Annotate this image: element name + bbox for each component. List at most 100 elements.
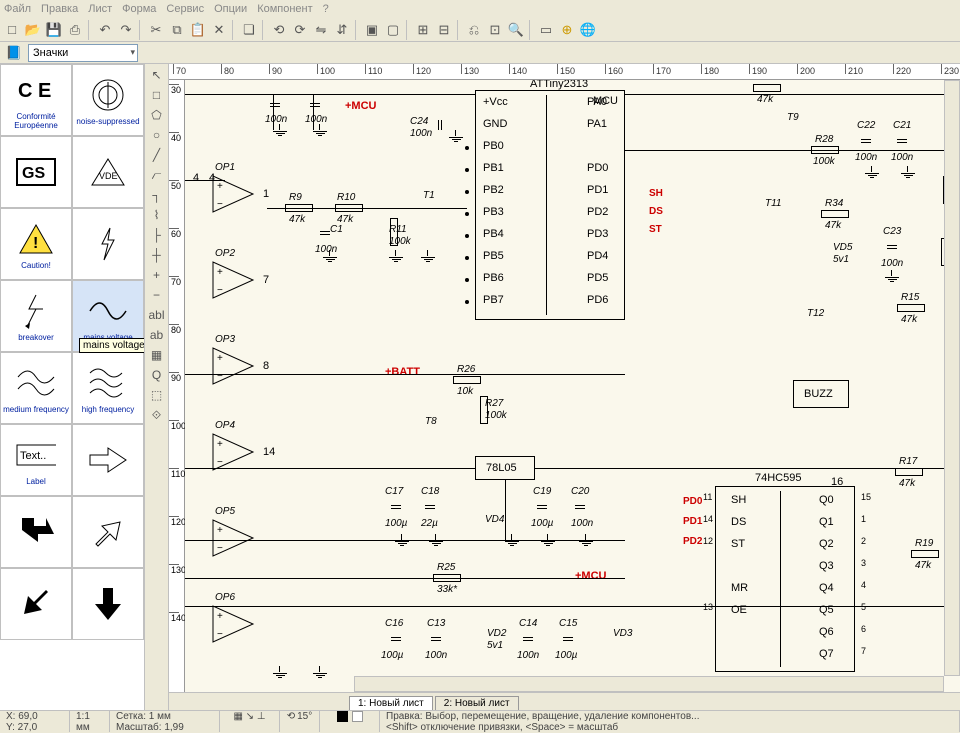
menu-sheet[interactable]: Лист (88, 3, 112, 15)
palette-item-0[interactable]: C EConformité Européenne (0, 64, 72, 136)
menu-component[interactable]: Компонент (257, 3, 312, 15)
scrollbar-vertical[interactable] (944, 80, 960, 676)
tool-3[interactable]: ○ (147, 126, 167, 144)
palette-item-14[interactable] (0, 568, 72, 640)
sheet-tab-1[interactable]: 1: Новый лист (349, 696, 433, 710)
status-grid: Сетка: 1 ммМасштаб: 1,99 (110, 711, 220, 732)
palette-label: breakover (18, 333, 54, 342)
redo-icon[interactable]: ↷ (116, 20, 136, 40)
print-icon[interactable]: ⎙ (65, 20, 85, 40)
palette-item-1[interactable]: noise-suppressed (72, 64, 144, 136)
palette-item-9[interactable]: high frequency (72, 352, 144, 424)
menu-help[interactable]: ? (323, 3, 329, 15)
drawing-tooltray: ↖ □ ⬠ ○ ╱ ⦧ ┐ ⌇ ├ ┼ + − abl ab ▦ Q ⬚ ⟐ (145, 64, 169, 710)
menu-form[interactable]: Форма (122, 3, 156, 15)
link-icon[interactable]: ⎌ (464, 20, 484, 40)
palette-item-13[interactable] (72, 496, 144, 568)
library-bar: 📘 Значки (0, 42, 960, 64)
menu-edit[interactable]: Правка (41, 3, 78, 15)
palette-label: Conformité Européenne (1, 112, 71, 130)
menu-service[interactable]: Сервис (166, 3, 204, 15)
svg-text:+: + (217, 611, 223, 622)
tool-16[interactable]: ⬚ (147, 386, 167, 404)
snap-icon[interactable]: ⊡ (485, 20, 505, 40)
tool-1[interactable]: □ (147, 86, 167, 104)
tool-2[interactable]: ⬠ (147, 106, 167, 124)
palette-item-11[interactable] (72, 424, 144, 496)
tool-15[interactable]: Q (147, 366, 167, 384)
palette-item-12[interactable] (0, 496, 72, 568)
status-snap-icons[interactable]: ▦ ↘ ⊥ (220, 711, 280, 732)
zoom-icon[interactable]: ⊕ (557, 20, 577, 40)
rotate-r-icon[interactable]: ⟳ (290, 20, 310, 40)
duplicate-icon[interactable]: ❏ (239, 20, 259, 40)
palette-label: medium frequency (3, 405, 69, 414)
tool-14[interactable]: ▦ (147, 346, 167, 364)
tool-6[interactable]: ┐ (147, 186, 167, 204)
tool-8[interactable]: ├ (147, 226, 167, 244)
svg-text:−: − (217, 371, 223, 382)
open-icon[interactable]: 📂 (23, 20, 43, 40)
sine-icon (88, 291, 128, 331)
palette-label: noise-suppressed (76, 117, 139, 126)
tool-11[interactable]: − (147, 286, 167, 304)
buzzer: BUZZ (793, 380, 849, 408)
palette-item-3[interactable]: VDE (72, 136, 144, 208)
menu-options[interactable]: Опции (214, 3, 247, 15)
library-combo[interactable]: Значки (28, 44, 138, 62)
rect-icon[interactable]: ▭ (536, 20, 556, 40)
tool-7[interactable]: ⌇ (147, 206, 167, 224)
palette-item-2[interactable]: GS (0, 136, 72, 208)
tool-13[interactable]: ab (147, 326, 167, 344)
copy-icon[interactable]: ⧉ (167, 20, 187, 40)
symbol-palette[interactable]: C EConformité Européenne noise-suppressed… (0, 64, 145, 710)
palette-item-10[interactable]: Text..Label (0, 424, 72, 496)
paste-icon[interactable]: 📋 (188, 20, 208, 40)
find-icon[interactable]: 🔍 (506, 20, 526, 40)
caution-icon: ! (16, 219, 56, 259)
menu-file[interactable]: Файл (4, 3, 31, 15)
rotate-l-icon[interactable]: ⟲ (269, 20, 289, 40)
ungroup-icon[interactable]: ⊟ (434, 20, 454, 40)
flip-h-icon[interactable]: ⇋ (311, 20, 331, 40)
sheet-tab-2[interactable]: 2: Новый лист (435, 696, 519, 710)
scrollbar-horizontal[interactable] (354, 676, 944, 692)
tool-5[interactable]: ⦧ (147, 166, 167, 184)
globe-icon[interactable]: 🌐 (578, 20, 598, 40)
svg-text:+: + (217, 525, 223, 536)
textlabel-icon: Text.. (16, 435, 56, 475)
save-icon[interactable]: 💾 (44, 20, 64, 40)
palette-item-15[interactable] (72, 568, 144, 640)
back-icon[interactable]: ▢ (383, 20, 403, 40)
status-angle[interactable]: ⟲ 15° (280, 711, 320, 732)
new-icon[interactable]: □ (2, 20, 22, 40)
svg-text:−: − (217, 457, 223, 468)
palette-item-8[interactable]: medium frequency (0, 352, 72, 424)
schematic-canvas[interactable]: 100n 100n +MCU C24 100n ATTiny2313 MCU 4… (185, 80, 960, 692)
palette-item-7[interactable]: mains voltagemains voltage (72, 280, 144, 352)
front-icon[interactable]: ▣ (362, 20, 382, 40)
svg-text:+: + (217, 181, 223, 192)
palette-item-4[interactable]: ! Caution! (0, 208, 72, 280)
group-icon[interactable]: ⊞ (413, 20, 433, 40)
tool-12[interactable]: abl (147, 306, 167, 324)
status-color[interactable] (320, 711, 380, 732)
palette-item-6[interactable]: breakover (0, 280, 72, 352)
palette-label: Caution! (21, 261, 51, 270)
tooltip: mains voltage (79, 338, 145, 353)
tool-4[interactable]: ╱ (147, 146, 167, 164)
undo-icon[interactable]: ↶ (95, 20, 115, 40)
tool-0[interactable]: ↖ (147, 66, 167, 84)
tool-17[interactable]: ⟐ (147, 406, 167, 424)
tool-10[interactable]: + (147, 266, 167, 284)
tool-9[interactable]: ┼ (147, 246, 167, 264)
cut-icon[interactable]: ✂ (146, 20, 166, 40)
delete-icon[interactable]: ✕ (209, 20, 229, 40)
svg-text:+: + (217, 267, 223, 278)
svg-text:!: ! (33, 235, 38, 252)
library-icon[interactable]: 📘 (4, 43, 24, 63)
breakover-icon (16, 291, 56, 331)
palette-label: high frequency (82, 405, 134, 414)
flip-v-icon[interactable]: ⇵ (332, 20, 352, 40)
palette-item-5[interactable] (72, 208, 144, 280)
